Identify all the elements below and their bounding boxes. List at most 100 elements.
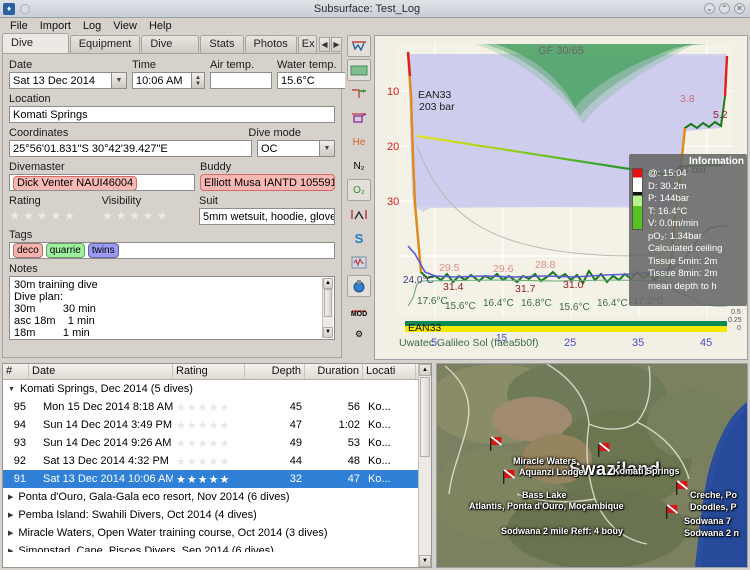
table-row[interactable]: 95 Mon 15 Dec 2014 8:18 AM ★★★★★ 45 56 K… <box>3 398 431 416</box>
dive-mode-select[interactable]: OC ▼ <box>257 140 335 157</box>
suit-input[interactable]: 5mm wetsuit, hoodie, gloves <box>199 208 335 225</box>
scrollbar-track[interactable] <box>323 317 333 327</box>
heart-rate-icon[interactable] <box>347 251 371 273</box>
star-icon[interactable]: ★ <box>9 209 21 222</box>
time-value[interactable]: 10:06 AM <box>132 72 192 89</box>
star-icon[interactable]: ★ <box>156 209 168 222</box>
menu-view[interactable]: View <box>107 20 143 32</box>
trip-row-open[interactable]: ▼ Komati Springs, Dec 2014 (5 dives) <box>3 380 431 398</box>
star-icon[interactable]: ★ <box>143 209 155 222</box>
water-temp-input[interactable]: 15.6°C <box>277 72 347 89</box>
dive-flag-pin[interactable] <box>597 442 611 458</box>
menu-import[interactable]: Import <box>34 20 77 32</box>
nitrogen-icon[interactable]: N₂ <box>347 155 371 177</box>
divemaster-input[interactable]: Dick Venter NAUI46004 <box>9 174 195 191</box>
time-field[interactable]: 10:06 AM ▲▼ <box>132 72 205 89</box>
visibility-stars[interactable]: ★ ★ ★ ★ ★ <box>102 208 194 222</box>
close-icon[interactable]: ✕ <box>734 3 745 14</box>
col-date[interactable]: Date <box>29 364 173 379</box>
table-row[interactable]: 93 Sun 14 Dec 2014 9:26 AM ★★★★★ 49 53 K… <box>3 434 431 452</box>
dive-flag-pin[interactable] <box>489 436 503 452</box>
tank-bar-icon[interactable] <box>347 275 371 297</box>
col-depth[interactable]: Depth <box>245 364 305 379</box>
menu-file[interactable]: File <box>4 20 34 32</box>
chevron-down-icon[interactable]: ▼ <box>320 140 335 157</box>
buddy-input[interactable]: Elliott Musa IANTD 105591 <box>200 174 335 191</box>
dive-mode-value[interactable]: OC <box>257 140 320 157</box>
minimize-icon[interactable]: ⌄ <box>704 3 715 14</box>
settings-icon[interactable]: ⚙ <box>347 323 371 345</box>
scrollbar-thumb[interactable] <box>324 289 332 317</box>
scroll-down-icon[interactable]: ▼ <box>323 327 333 338</box>
maximize-icon[interactable]: ⌃ <box>719 3 730 14</box>
coordinates-input[interactable]: 25°56'01.831"S 30°42'39.427"E <box>9 140 252 157</box>
tab-scroll-left-icon[interactable]: ◀ <box>319 37 330 52</box>
col-duration[interactable]: Duration <box>305 364 363 379</box>
helium-icon[interactable]: He <box>347 131 371 153</box>
dive-flag-pin[interactable] <box>675 480 689 496</box>
star-icon[interactable]: ★ <box>64 209 76 222</box>
time-stepper-icon[interactable]: ▲▼ <box>192 72 205 89</box>
location-input[interactable]: Komati Springs <box>9 106 335 123</box>
scroll-up-icon[interactable]: ▲ <box>323 278 333 289</box>
scrollbar-thumb[interactable] <box>420 377 430 457</box>
tab-scroll-right-icon[interactable]: ▶ <box>331 37 342 52</box>
chevron-down-icon[interactable]: ▼ <box>112 72 127 89</box>
dive-flag-pin[interactable] <box>502 469 516 485</box>
dive-profile-icon[interactable] <box>347 35 371 57</box>
sac-rate-icon[interactable]: S <box>347 227 371 249</box>
star-icon[interactable]: ★ <box>36 209 48 222</box>
rating-stars[interactable]: ★ ★ ★ ★ ★ <box>9 208 97 222</box>
oxygen-icon[interactable]: O₂ <box>347 179 371 201</box>
table-row[interactable]: 92 Sat 13 Dec 2014 4:32 PM ★★★★★ 44 48 K… <box>3 452 431 470</box>
col-number[interactable]: # <box>3 364 29 379</box>
scroll-up-icon[interactable]: ▲ <box>419 364 431 376</box>
tab-dive-notes[interactable]: Dive notes <box>2 33 69 53</box>
trip-row[interactable]: ▶ Pemba Island: Swahili Divers, Oct 2014… <box>3 506 431 524</box>
menu-help[interactable]: Help <box>143 20 178 32</box>
col-rating[interactable]: Rating <box>173 364 245 379</box>
menu-log[interactable]: Log <box>77 20 107 32</box>
ceiling-shade-icon[interactable] <box>347 59 371 81</box>
dc-ceiling-icon[interactable] <box>347 107 371 129</box>
star-icon[interactable]: ★ <box>115 209 127 222</box>
tab-dive-info[interactable]: Dive info <box>141 35 199 53</box>
dive-profile-chart[interactable]: 10 20 30 GF 30/65 EAN33 203 bar 84 bar 2… <box>374 35 748 360</box>
dive-flag-pin[interactable] <box>665 504 679 520</box>
table-row[interactable]: 94 Sun 14 Dec 2014 3:49 PM ★★★★★ 47 1:02… <box>3 416 431 434</box>
date-value[interactable]: Sat 13 Dec 2014 <box>9 72 112 89</box>
tag-chip[interactable]: twins <box>88 243 119 258</box>
dive-map[interactable]: Swaziland Miracle Waters Aquanzi Lodge K… <box>436 363 748 568</box>
tab-stats[interactable]: Stats <box>200 35 243 53</box>
chevron-right-icon[interactable]: ▶ <box>8 529 13 537</box>
star-icon[interactable]: ★ <box>129 209 141 222</box>
tab-extra[interactable]: Ex <box>298 35 317 53</box>
window-menu-dot[interactable] <box>20 4 30 14</box>
calculated-ceiling-icon[interactable] <box>347 83 371 105</box>
tag-chip[interactable]: quarrie <box>46 243 85 258</box>
chevron-right-icon[interactable]: ▶ <box>8 547 13 552</box>
notes-textarea[interactable]: 30m training dive Dive plan: 30m 30 min … <box>9 276 335 340</box>
tissue-graph-icon[interactable] <box>347 203 371 225</box>
mod-icon[interactable]: MOD <box>347 299 371 321</box>
star-icon[interactable]: ★ <box>102 209 114 222</box>
dive-list[interactable]: # Date Rating Depth Duration Locati ▼ Ko… <box>2 363 432 568</box>
date-field[interactable]: Sat 13 Dec 2014 ▼ <box>9 72 127 89</box>
chevron-right-icon[interactable]: ▶ <box>8 493 13 501</box>
tab-equipment[interactable]: Equipment <box>70 35 141 53</box>
scroll-down-icon[interactable]: ▼ <box>419 555 431 567</box>
trip-row[interactable]: ▶ Ponta d'Ouro, Gala-Gala eco resort, No… <box>3 488 431 506</box>
dive-list-scrollbar[interactable]: ▲ ▼ <box>418 364 431 567</box>
tab-photos[interactable]: Photos <box>245 35 297 53</box>
air-temp-input[interactable] <box>210 72 272 89</box>
tags-input[interactable]: deco quarrie twins <box>9 242 335 259</box>
trip-row[interactable]: ▶ Miracle Waters, Open Water training co… <box>3 524 431 542</box>
notes-scrollbar[interactable]: ▲ ▼ <box>322 278 333 338</box>
tag-chip[interactable]: deco <box>13 243 43 258</box>
chevron-right-icon[interactable]: ▶ <box>8 511 13 519</box>
col-location[interactable]: Locati <box>363 364 416 379</box>
trip-row[interactable]: ▶ Simonstad, Cape. Pisces Divers, Sep 20… <box>3 542 431 552</box>
star-icon[interactable]: ★ <box>50 209 62 222</box>
star-icon[interactable]: ★ <box>23 209 35 222</box>
table-row-selected[interactable]: 91 Sat 13 Dec 2014 10:06 AM ★★★★★ 32 47 … <box>3 470 431 488</box>
